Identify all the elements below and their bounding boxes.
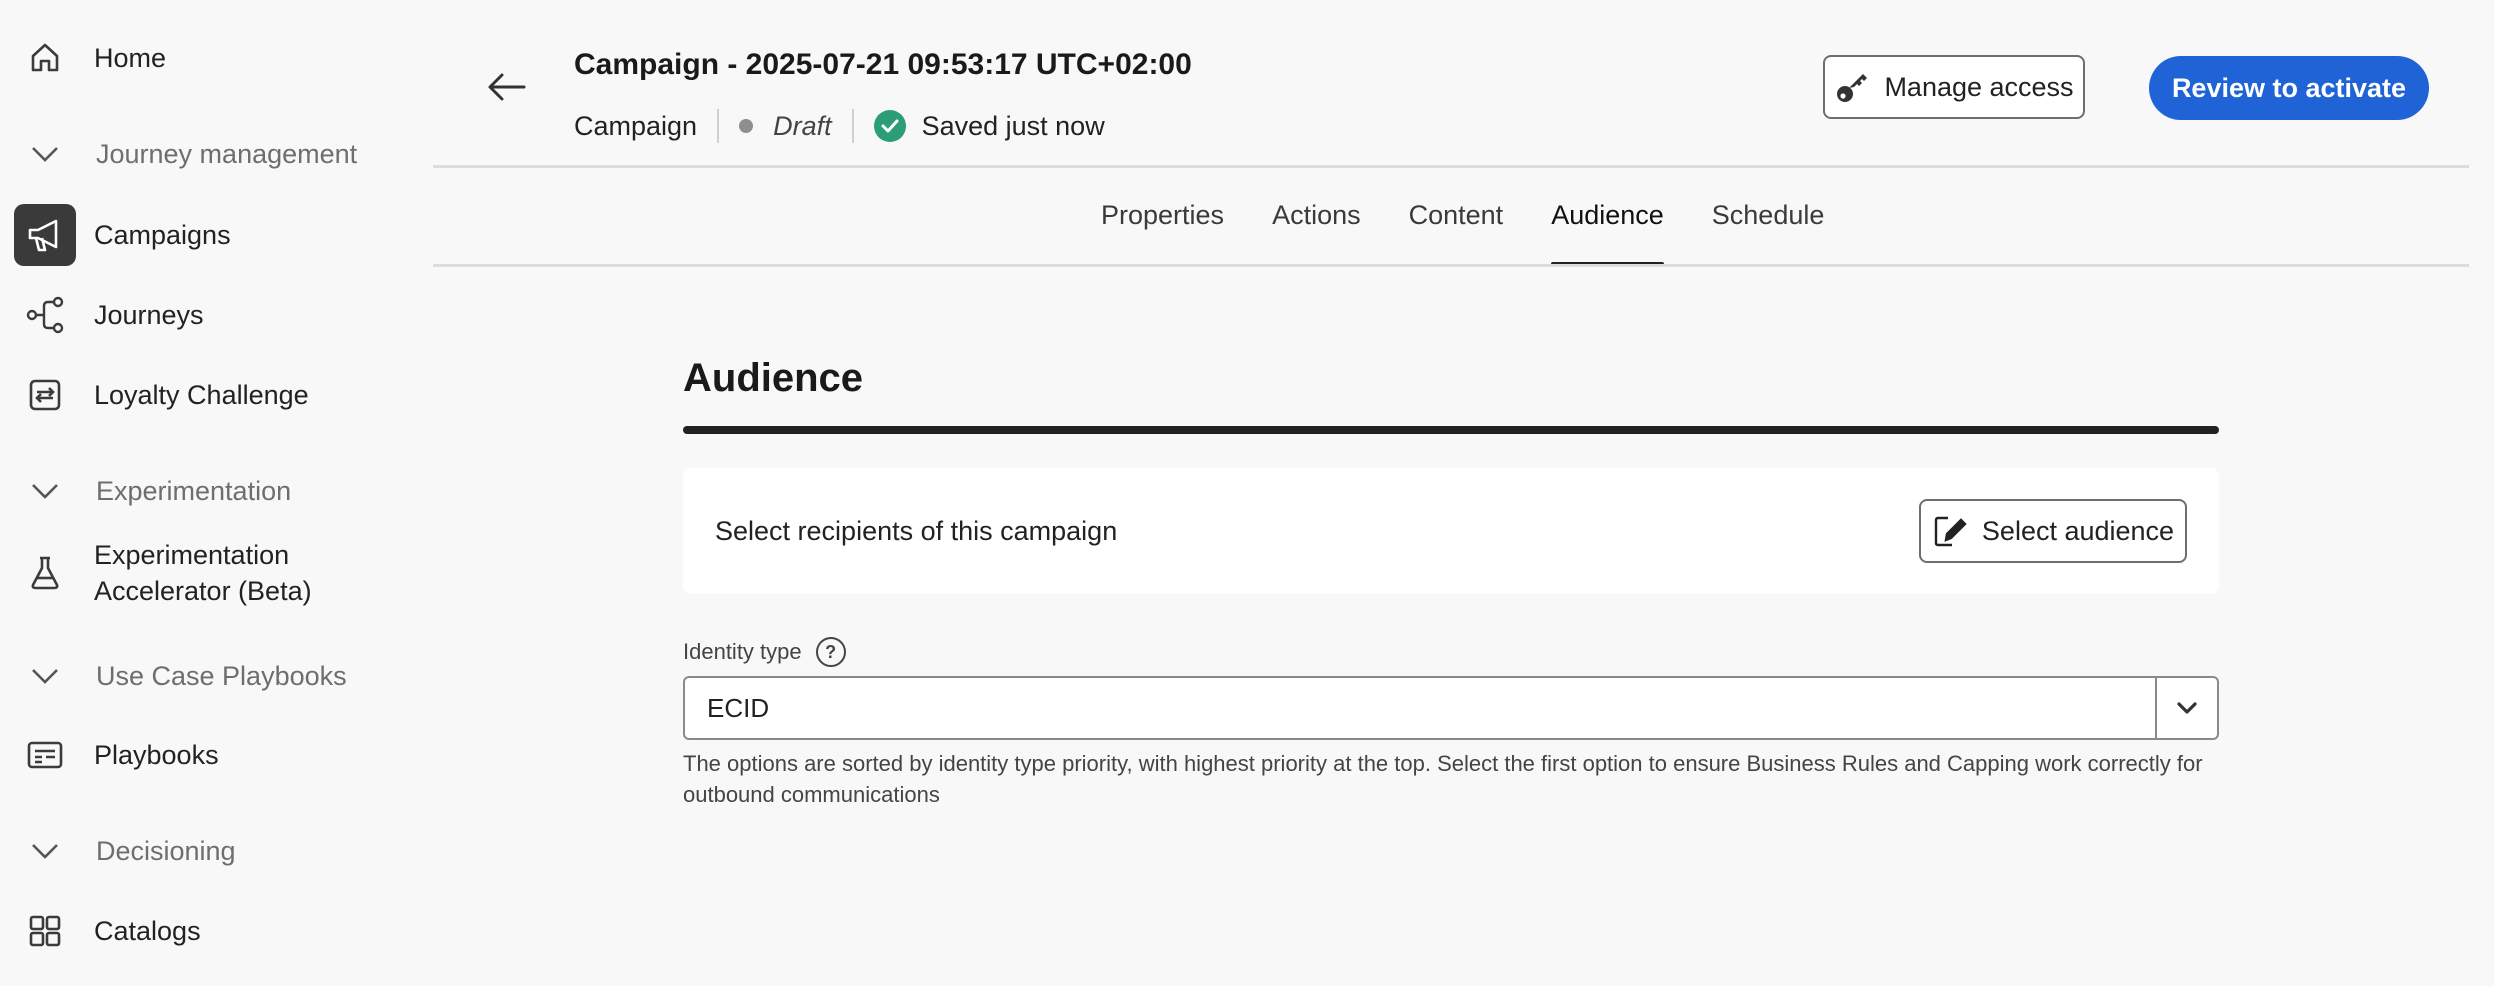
section-use-case-playbooks[interactable]: Use Case Playbooks [14, 648, 404, 704]
journey-branch-icon [14, 284, 76, 346]
manage-access-button[interactable]: Manage access [1823, 55, 2085, 119]
select-audience-button[interactable]: Select audience [1919, 499, 2187, 563]
edit-icon [1934, 516, 1967, 547]
tab-properties[interactable]: Properties [1101, 196, 1224, 266]
chevron-down-icon [14, 667, 76, 685]
manage-access-label: Manage access [1884, 71, 2074, 102]
sidebar-item-label: Journeys [94, 300, 204, 330]
sidebar-item-playbooks[interactable]: Playbooks [14, 722, 404, 788]
recipients-card: Select recipients of this campaign Selec… [683, 468, 2219, 594]
header-divider [433, 165, 2469, 168]
identity-type-help-text: The options are sorted by identity type … [683, 751, 2203, 807]
tab-audience[interactable]: Audience [1551, 196, 1664, 266]
sidebar-item-experimentation-accelerator[interactable]: Experimentation Accelerator (Beta) [14, 533, 404, 613]
identity-type-select[interactable]: ECID [683, 676, 2219, 740]
section-label: Journey management [96, 138, 358, 169]
page-title: Campaign - 2025-07-21 09:53:17 UTC+02:00 [574, 48, 1192, 81]
sidebar-item-label: Playbooks [94, 740, 219, 770]
chevron-down-icon [14, 482, 76, 500]
campaign-type: Campaign [574, 110, 698, 141]
identity-type-label-row: Identity type ? [683, 636, 846, 668]
tab-schedule[interactable]: Schedule [1712, 196, 1825, 266]
chevron-down-icon [14, 145, 76, 163]
select-audience-label: Select audience [1981, 515, 2175, 546]
identity-type-label: Identity type [683, 639, 802, 664]
megaphone-icon [14, 204, 76, 266]
arrow-left-icon [488, 73, 526, 101]
recipients-text: Select recipients of this campaign [715, 515, 1118, 546]
divider [717, 109, 720, 143]
sidebar-item-loyalty-challenge[interactable]: Loyalty Challenge [14, 362, 404, 428]
sidebar-item-label: Catalogs [94, 916, 201, 946]
section-journey-management[interactable]: Journey management [14, 126, 404, 182]
tabs-divider [433, 264, 2469, 267]
chevron-down-icon [14, 842, 76, 860]
help-icon[interactable]: ? [815, 637, 846, 667]
section-title-rule [683, 426, 2219, 434]
status-badge: Draft [773, 110, 832, 141]
sidebar-item-campaigns[interactable]: Campaigns [14, 202, 404, 268]
section-label: Experimentation [96, 475, 292, 506]
flask-icon [14, 542, 76, 604]
back-button[interactable] [480, 60, 534, 114]
tab-bar: Properties Actions Content Audience Sche… [1101, 196, 1824, 266]
sidebar-item-home[interactable]: Home [14, 25, 404, 91]
identity-type-value: ECID [707, 692, 770, 723]
section-decisioning[interactable]: Decisioning [14, 823, 404, 879]
campaign-meta: Campaign Draft Saved just now [574, 106, 1105, 146]
catalog-grid-icon [14, 900, 76, 962]
sidebar-item-catalogs[interactable]: Catalogs [14, 898, 404, 964]
sidebar-item-label: Loyalty Challenge [94, 380, 309, 410]
save-status: Saved just now [921, 110, 1105, 141]
sidebar-item-label: Campaigns [94, 220, 231, 250]
key-icon [1837, 74, 1868, 102]
sidebar-item-label: Experimentation Accelerator (Beta) [94, 540, 312, 606]
tab-actions[interactable]: Actions [1272, 196, 1361, 266]
tab-content[interactable]: Content [1409, 196, 1504, 266]
sidebar-item-journeys[interactable]: Journeys [14, 282, 404, 348]
home-icon [14, 27, 76, 89]
sidebar: Home Journey management Campaigns Journe… [0, 0, 420, 986]
playbook-card-icon [14, 724, 76, 786]
review-to-activate-button[interactable]: Review to activate [2149, 56, 2429, 120]
section-experimentation[interactable]: Experimentation [14, 463, 404, 519]
section-label: Use Case Playbooks [96, 660, 347, 691]
section-title: Audience [683, 356, 864, 400]
status-dot-icon [739, 119, 754, 133]
chevron-down-icon[interactable] [2155, 678, 2217, 738]
divider [851, 109, 854, 143]
exchange-icon [14, 364, 76, 426]
checkmark-icon [873, 110, 906, 142]
sidebar-item-label: Home [94, 43, 167, 73]
section-label: Decisioning [96, 835, 236, 866]
